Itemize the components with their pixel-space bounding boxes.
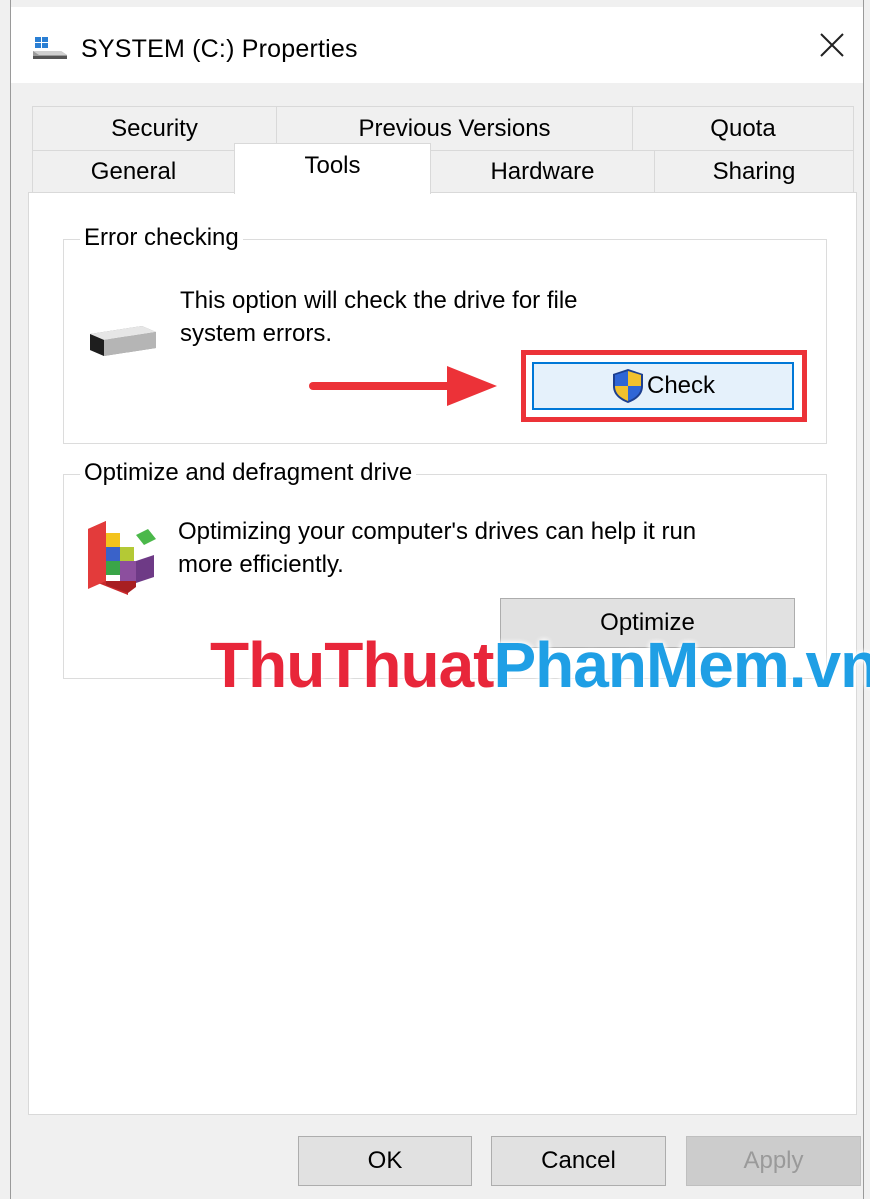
annotation-arrow-icon bbox=[309, 366, 497, 406]
window-border-left bbox=[10, 0, 11, 1199]
error-checking-description-line2: system errors. bbox=[180, 320, 333, 347]
tab-sharing[interactable]: Sharing bbox=[654, 150, 854, 193]
watermark-part1: ThuThuat bbox=[210, 629, 494, 701]
error-checking-description-line1: This option will check the drive for fil… bbox=[180, 287, 578, 314]
error-checking-legend: Error checking bbox=[80, 224, 243, 252]
apply-button-label: Apply bbox=[743, 1147, 804, 1174]
close-button[interactable] bbox=[801, 7, 863, 83]
optimize-legend: Optimize and defragment drive bbox=[80, 459, 417, 487]
watermark-part2: PhanMem bbox=[493, 629, 789, 701]
properties-dialog: SYSTEM (C:) Properties Security Previous… bbox=[0, 0, 870, 1199]
tab-tools[interactable]: Tools bbox=[234, 143, 431, 194]
tab-label: Tools bbox=[304, 152, 361, 179]
check-button[interactable]: Check bbox=[532, 362, 794, 410]
cancel-button-label: Cancel bbox=[541, 1147, 616, 1174]
ok-button-label: OK bbox=[367, 1147, 403, 1174]
tab-label: Hardware bbox=[490, 157, 595, 185]
window-border-right bbox=[863, 0, 864, 1199]
tab-label: Sharing bbox=[712, 157, 796, 185]
tab-label: General bbox=[90, 157, 177, 185]
apply-button[interactable]: Apply bbox=[686, 1136, 861, 1186]
check-button-label: Check bbox=[646, 372, 716, 399]
close-icon bbox=[820, 33, 844, 57]
defrag-icon bbox=[88, 521, 156, 595]
ok-button[interactable]: OK bbox=[298, 1136, 472, 1186]
error-checking-group: Error checking This option will check th… bbox=[63, 224, 827, 444]
tab-label: Quota bbox=[710, 114, 776, 142]
tab-hardware[interactable]: Hardware bbox=[430, 150, 655, 193]
title-bar[interactable]: SYSTEM (C:) Properties bbox=[11, 7, 863, 83]
tab-label: Security bbox=[111, 114, 198, 142]
optimize-description-line2: more efficiently. bbox=[178, 551, 344, 578]
cancel-button[interactable]: Cancel bbox=[491, 1136, 666, 1186]
drive-icon bbox=[33, 37, 67, 59]
watermark-logo: ThuThuatPhanMem.vn bbox=[210, 628, 870, 702]
tab-label: Previous Versions bbox=[358, 114, 551, 142]
window-title: SYSTEM (C:) Properties bbox=[81, 35, 358, 63]
tab-general[interactable]: General bbox=[32, 150, 235, 193]
optimize-description-line1: Optimizing your computer's drives can he… bbox=[178, 518, 697, 545]
watermark-part3: .vn bbox=[788, 629, 870, 701]
uac-shield-icon bbox=[612, 369, 643, 403]
tab-quota[interactable]: Quota bbox=[632, 106, 854, 151]
hard-drive-icon bbox=[90, 326, 156, 356]
